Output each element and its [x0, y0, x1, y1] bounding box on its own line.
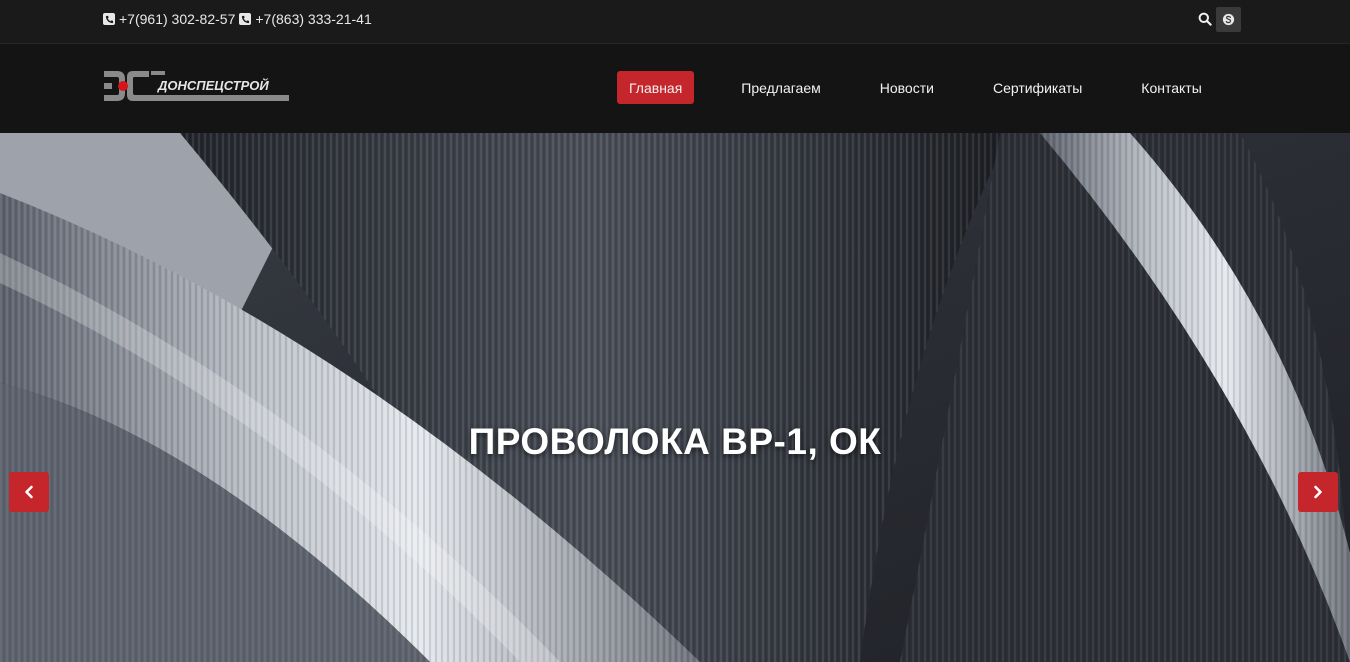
- phone-1[interactable]: +7(961) 302-82-57: [103, 11, 235, 27]
- nav-item-news[interactable]: Новости: [868, 71, 946, 104]
- slider-prev-button[interactable]: [9, 472, 49, 512]
- nav-item-contacts[interactable]: Контакты: [1129, 71, 1213, 104]
- top-actions: [1196, 6, 1241, 32]
- phone-list: +7(961) 302-82-57 +7(863) 333-21-41: [103, 10, 376, 28]
- chevron-right-icon: [1314, 485, 1322, 499]
- nav-item-offer[interactable]: Предлагаем: [729, 71, 832, 104]
- nav-item-certificates[interactable]: Сертификаты: [981, 71, 1094, 104]
- skype-icon: [1222, 13, 1235, 25]
- slide-title: ПРОВОЛОКА ВР-1, ОК: [468, 421, 882, 462]
- chevron-left-icon: [25, 485, 33, 499]
- main-nav: Главная Предлагаем Новости Сертификаты К…: [617, 71, 1214, 104]
- search-icon[interactable]: [1196, 6, 1214, 32]
- phone-number: +7(961) 302-82-57: [119, 11, 236, 27]
- slide-background-image: [0, 133, 1350, 662]
- top-bar: +7(961) 302-82-57 +7(863) 333-21-41: [0, 0, 1350, 44]
- phone-number: +7(863) 333-21-41: [255, 11, 372, 27]
- phone-icon: [103, 13, 115, 25]
- site-header: ДОНСПЕЦСТРОЙ Главная Предлагаем Новости …: [0, 44, 1350, 133]
- phone-2[interactable]: +7(863) 333-21-41: [239, 11, 372, 27]
- svg-text:ДОНСПЕЦСТРОЙ: ДОНСПЕЦСТРОЙ: [157, 77, 269, 93]
- nav-item-home[interactable]: Главная: [617, 71, 695, 104]
- hero-slider: ПРОВОЛОКА ВР-1, ОК: [0, 133, 1350, 662]
- site-logo[interactable]: ДОНСПЕЦСТРОЙ: [103, 69, 289, 105]
- slider-next-button[interactable]: [1298, 472, 1338, 512]
- skype-button[interactable]: [1216, 6, 1241, 32]
- phone-icon: [239, 13, 252, 25]
